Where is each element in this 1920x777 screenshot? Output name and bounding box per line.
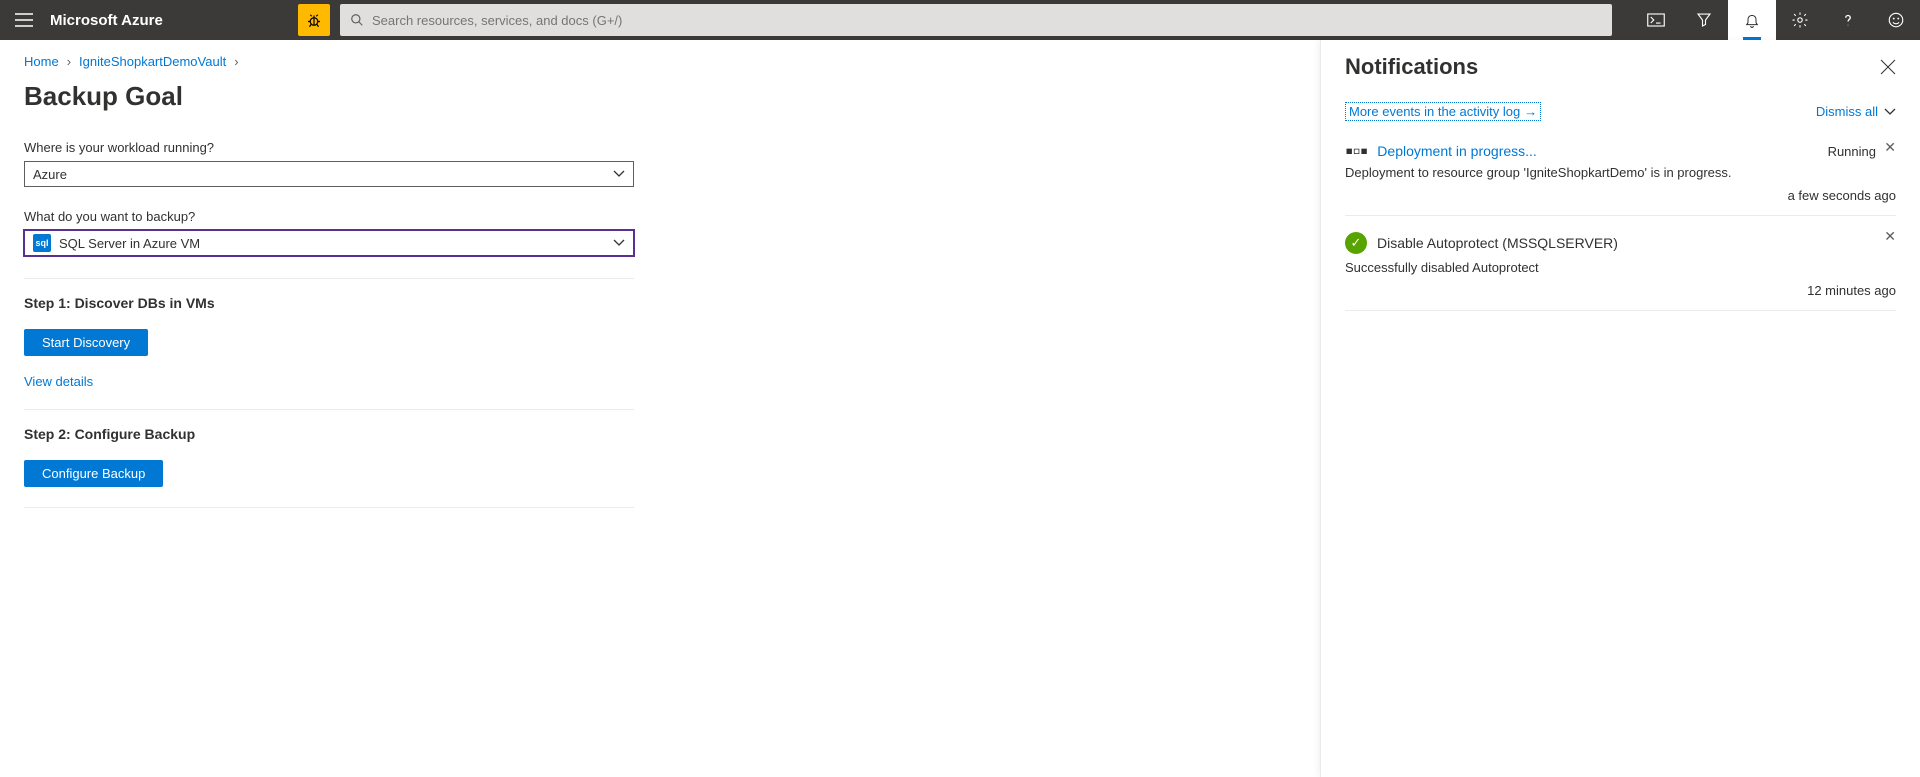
notification-description: Successfully disabled Autoprotect bbox=[1345, 260, 1896, 275]
view-details-link[interactable]: View details bbox=[24, 374, 1296, 389]
divider bbox=[24, 278, 634, 279]
close-notifications-icon[interactable] bbox=[1880, 59, 1896, 75]
page-title-text: Backup Goal bbox=[24, 81, 183, 112]
brand-logo[interactable]: Microsoft Azure bbox=[48, 12, 298, 29]
notification-item: ✕ ✓ Disable Autoprotect (MSSQLSERVER) Su… bbox=[1345, 226, 1896, 311]
search-icon bbox=[350, 13, 364, 27]
chevron-down-icon bbox=[1884, 108, 1896, 116]
backup-label: What do you want to backup? bbox=[24, 209, 634, 224]
workload-dropdown[interactable]: Azure bbox=[24, 161, 634, 187]
content-area: Home › IgniteShopkartDemoVault › Backup … bbox=[0, 40, 1320, 777]
divider bbox=[24, 409, 634, 410]
report-bug-button[interactable] bbox=[298, 4, 330, 36]
backup-value: SQL Server in Azure VM bbox=[59, 236, 200, 251]
notifications-title: Notifications bbox=[1345, 54, 1880, 80]
help-icon[interactable] bbox=[1824, 0, 1872, 40]
start-discovery-button[interactable]: Start Discovery bbox=[24, 329, 148, 356]
arrow-right-icon: → bbox=[1524, 104, 1537, 119]
chevron-right-icon: › bbox=[67, 54, 71, 69]
breadcrumb-home[interactable]: Home bbox=[24, 54, 59, 69]
cloud-shell-icon[interactable] bbox=[1632, 0, 1680, 40]
settings-icon[interactable] bbox=[1776, 0, 1824, 40]
sql-icon: sql bbox=[33, 234, 51, 252]
backup-dropdown[interactable]: sql SQL Server in Azure VM bbox=[24, 230, 634, 256]
notifications-panel: Notifications More events in the activit… bbox=[1320, 40, 1920, 777]
notification-status: Running bbox=[1828, 144, 1876, 159]
notification-item: ✕ ▪▫▪ Deployment in progress... Running … bbox=[1345, 137, 1896, 216]
dismiss-all-text: Dismiss all bbox=[1816, 104, 1878, 119]
workload-value: Azure bbox=[33, 167, 67, 182]
menu-icon[interactable] bbox=[0, 0, 48, 40]
progress-icon: ▪▫▪ bbox=[1345, 143, 1367, 159]
chevron-down-icon bbox=[613, 239, 625, 247]
topbar: Microsoft Azure bbox=[0, 0, 1920, 40]
chevron-right-icon: › bbox=[234, 54, 238, 69]
notification-time: a few seconds ago bbox=[1345, 188, 1896, 203]
notification-title: Disable Autoprotect (MSSQLSERVER) bbox=[1377, 235, 1618, 251]
breadcrumb: Home › IgniteShopkartDemoVault › bbox=[24, 54, 1296, 69]
dismiss-all-button[interactable]: Dismiss all bbox=[1816, 104, 1896, 119]
notification-time: 12 minutes ago bbox=[1345, 283, 1896, 298]
feedback-icon[interactable] bbox=[1872, 0, 1920, 40]
breadcrumb-vault[interactable]: IgniteShopkartDemoVault bbox=[79, 54, 226, 69]
divider bbox=[24, 507, 634, 508]
notifications-icon[interactable] bbox=[1728, 0, 1776, 40]
workload-label: Where is your workload running? bbox=[24, 140, 634, 155]
search-bar[interactable] bbox=[340, 4, 1612, 36]
search-input[interactable] bbox=[372, 13, 1602, 28]
chevron-down-icon bbox=[613, 170, 625, 178]
success-icon: ✓ bbox=[1345, 232, 1367, 254]
step1-label: Step 1: Discover DBs in VMs bbox=[24, 295, 1296, 311]
configure-backup-button[interactable]: Configure Backup bbox=[24, 460, 163, 487]
step2-label: Step 2: Configure Backup bbox=[24, 426, 1296, 442]
dismiss-notification-icon[interactable]: ✕ bbox=[1884, 228, 1896, 245]
dismiss-notification-icon[interactable]: ✕ bbox=[1884, 139, 1896, 156]
more-events-link[interactable]: More events in the activity log → bbox=[1345, 102, 1541, 121]
directory-filter-icon[interactable] bbox=[1680, 0, 1728, 40]
page-title: Backup Goal bbox=[24, 81, 1296, 112]
notification-title-link[interactable]: Deployment in progress... bbox=[1377, 143, 1537, 159]
more-events-text: More events in the activity log bbox=[1349, 104, 1520, 119]
notification-description: Deployment to resource group 'IgniteShop… bbox=[1345, 165, 1896, 180]
